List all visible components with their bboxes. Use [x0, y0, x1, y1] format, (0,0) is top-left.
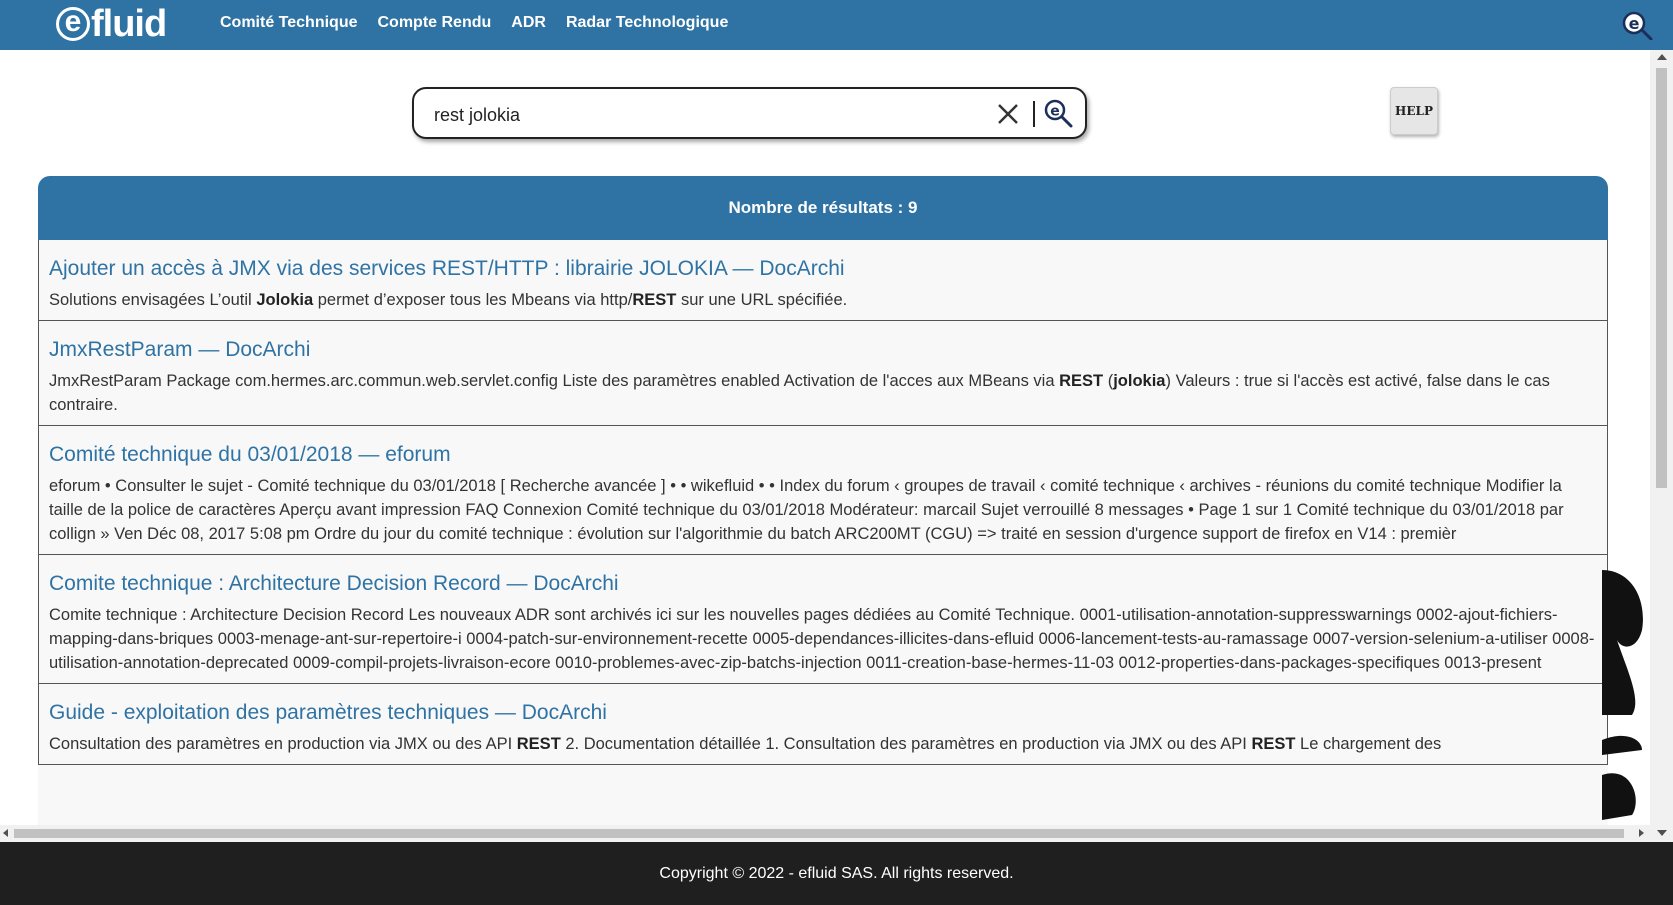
result-title-link[interactable]: Ajouter un accès à JMX via des services … — [49, 256, 1597, 282]
decorative-shape — [1602, 570, 1643, 820]
snippet-highlight: REST — [1251, 735, 1296, 753]
help-button[interactable]: HELP — [1390, 87, 1438, 135]
nav-item-compte-rendu[interactable]: Compte Rendu — [378, 14, 492, 32]
scroll-up-arrow-icon[interactable] — [1657, 54, 1667, 60]
result-title-link[interactable]: JmxRestParam — DocArchi — [49, 337, 1597, 363]
snippet-highlight: REST — [632, 291, 677, 309]
nav-item-radar-technologique[interactable]: Radar Technologique — [566, 14, 728, 32]
search-bar: e — [412, 87, 1087, 139]
result-item: Comité technique du 03/01/2018 — eforum … — [38, 426, 1608, 555]
snippet-highlight: REST — [516, 735, 561, 753]
svg-text:e: e — [1629, 14, 1640, 33]
result-snippet: Consultation des paramètres en productio… — [49, 735, 1442, 753]
result-snippet: eforum • Consulter le sujet - Comité tec… — [49, 477, 1564, 543]
close-icon[interactable] — [996, 102, 1020, 126]
footer: Copyright © 2022 - efluid SAS. All right… — [0, 842, 1673, 905]
snippet-highlight: REST — [1059, 372, 1104, 390]
search-input[interactable] — [432, 101, 996, 129]
main-nav: Comité Technique Compte Rendu ADR Radar … — [220, 0, 748, 46]
result-title-link[interactable]: Guide - exploitation des paramètres tech… — [49, 700, 1597, 726]
vertical-scrollbar[interactable] — [1650, 50, 1673, 842]
results-panel: Nombre de résultats : 9 Ajouter un accès… — [38, 176, 1608, 826]
result-item: Ajouter un accès à JMX via des services … — [38, 240, 1608, 321]
results-count: Nombre de résultats : 9 — [38, 176, 1608, 240]
logo-text: fluid — [91, 3, 167, 45]
result-title-link[interactable]: Comite technique : Architecture Decision… — [49, 571, 1597, 597]
scroll-down-arrow-icon[interactable] — [1657, 830, 1667, 836]
result-item: Guide - exploitation des paramètres tech… — [38, 684, 1608, 765]
result-item: JmxRestParam — DocArchi JmxRestParam Pac… — [38, 321, 1608, 426]
scroll-right-arrow-icon[interactable] — [1639, 829, 1644, 837]
footer-copyright: Copyright © 2022 - efluid SAS. All right… — [659, 864, 1014, 882]
efluid-search-icon[interactable]: e — [1043, 98, 1073, 128]
top-search-icon[interactable]: e — [1621, 10, 1653, 40]
vertical-scroll-thumb[interactable] — [1656, 68, 1667, 488]
result-snippet: JmxRestParam Package com.hermes.arc.comm… — [49, 372, 1550, 414]
efluid-logo[interactable]: e fluid — [56, 3, 167, 45]
scroll-left-arrow-icon[interactable] — [3, 829, 8, 837]
result-title-link[interactable]: Comité technique du 03/01/2018 — eforum — [49, 442, 1597, 468]
snippet-highlight: Jolokia — [256, 291, 314, 309]
horizontal-scrollbar[interactable] — [0, 825, 1650, 842]
logo-mark: e — [56, 7, 90, 41]
top-navbar: e fluid Comité Technique Compte Rendu AD… — [0, 0, 1673, 50]
nav-item-adr[interactable]: ADR — [511, 14, 546, 32]
svg-text:e: e — [1050, 104, 1060, 120]
nav-item-comite-technique[interactable]: Comité Technique — [220, 14, 358, 32]
result-snippet: Comite technique : Architecture Decision… — [49, 606, 1595, 672]
result-snippet: Solutions envisagées L’outil Jolokia per… — [49, 291, 848, 309]
horizontal-scroll-thumb[interactable] — [14, 829, 1624, 838]
result-item: Comite technique : Architecture Decision… — [38, 555, 1608, 684]
snippet-highlight: jolokia — [1113, 372, 1166, 390]
search-divider — [1033, 101, 1035, 127]
